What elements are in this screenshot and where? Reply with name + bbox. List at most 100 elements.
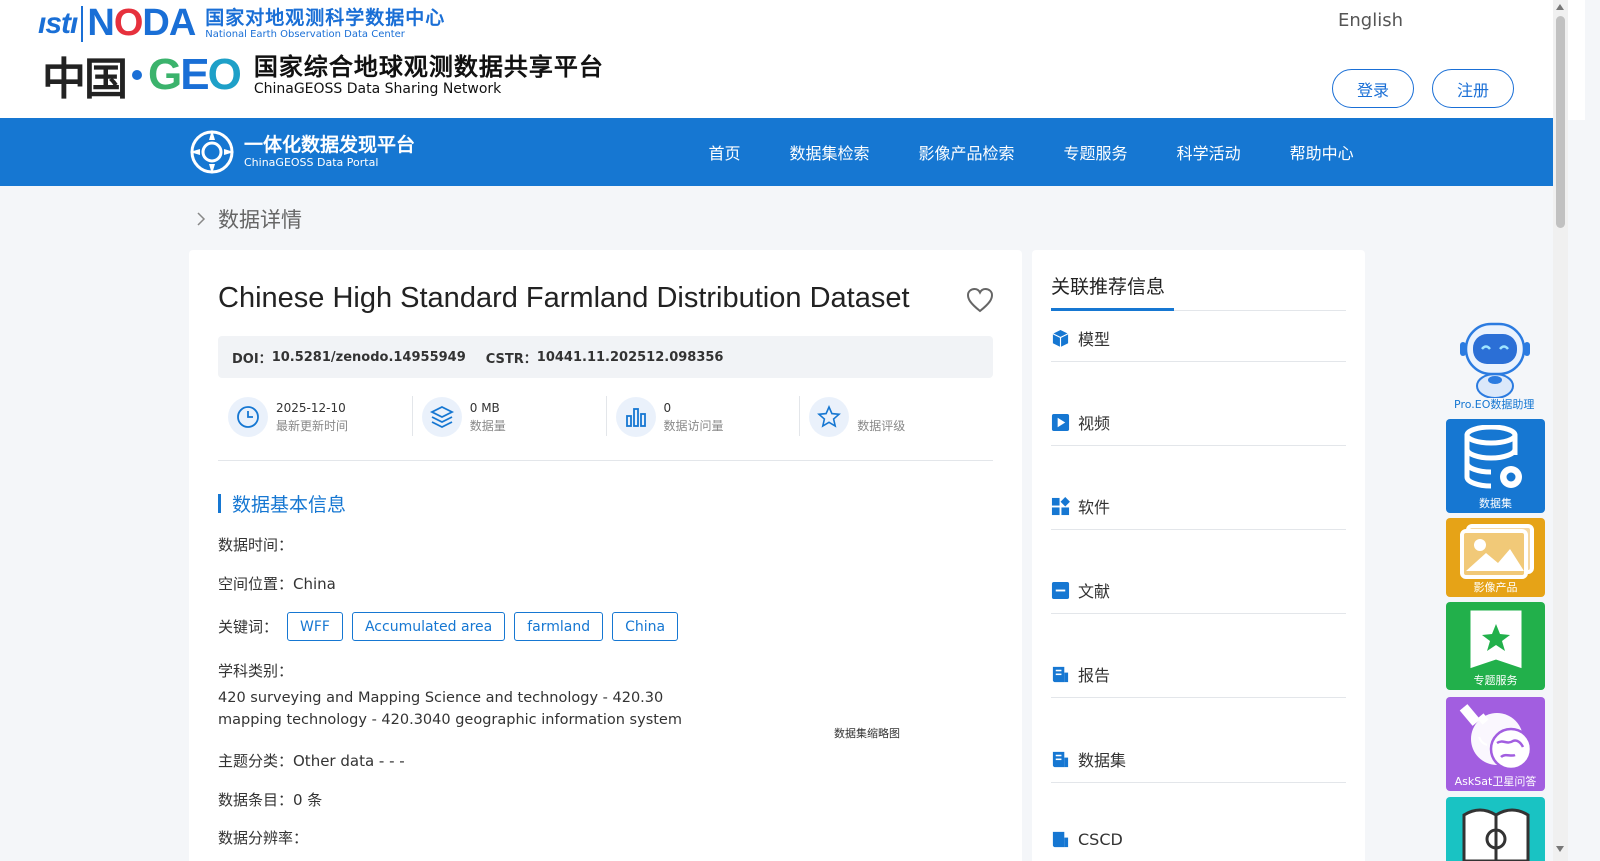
float-tool-label: AskSat卫星问答 — [1454, 775, 1537, 788]
divider — [218, 460, 993, 461]
scroll-thumb[interactable] — [1556, 16, 1565, 228]
report-icon — [1052, 666, 1069, 682]
image-gallery-icon — [1459, 524, 1534, 579]
portal-logo[interactable]: 一体化数据发现平台 ChinaGEOSS Data Portal — [188, 128, 415, 176]
robot-assistant-label[interactable]: Pro.EO数据助理 — [1454, 396, 1534, 412]
portal-globe-icon — [190, 130, 234, 174]
stat-value: 2025-12-10 — [276, 401, 346, 415]
register-button[interactable]: 注册 — [1432, 69, 1514, 108]
report-icon — [1052, 831, 1069, 848]
related-item-label: 模型 — [1078, 330, 1111, 349]
keyword-tag[interactable]: Accumulated area — [351, 612, 506, 641]
doi-cstr-box: DOI： 10.5281/zenodo.14955949 CSTR： 10441… — [218, 336, 993, 378]
related-item-software[interactable]: 软件 — [1051, 494, 1346, 518]
stat-rating: 数据评级 — [799, 396, 993, 438]
dataset-detail-card: Chinese High Standard Farmland Distribut… — [189, 250, 1022, 861]
star-badge-icon — [1470, 610, 1521, 669]
stat-label: 数据评级 — [857, 419, 906, 433]
related-item-label: 数据集 — [1078, 751, 1127, 770]
language-switch[interactable]: English — [1338, 10, 1403, 31]
bar-chart-icon — [615, 397, 656, 437]
nav-science-activities[interactable]: 科学活动 — [1152, 140, 1265, 164]
related-item-models[interactable]: 模型 — [1051, 326, 1346, 350]
database-gear-icon — [1464, 425, 1522, 489]
stat-data-volume: 0 MB 数据量 — [411, 396, 606, 438]
geo-wordmark: GEO — [148, 50, 242, 99]
doi-value[interactable]: 10.5281/zenodo.14955949 — [272, 350, 466, 365]
nav-image-search[interactable]: 影像产品检索 — [894, 140, 1039, 164]
active-tab-indicator — [1051, 308, 1174, 311]
keywords-row: 关键词： WFF Accumulated area farmland China — [218, 612, 679, 641]
related-item-label: 视频 — [1078, 414, 1111, 433]
float-tool-datasets[interactable]: 数据集 — [1446, 419, 1545, 513]
portal-en-name: ChinaGEOSS Data Portal — [244, 156, 379, 169]
noda-logo[interactable]: ıstı NODA 国家对地观测科学数据中心 National Earth Ob… — [38, 2, 445, 45]
separator — [1051, 613, 1346, 614]
star-icon — [809, 397, 850, 437]
login-button[interactable]: 登录 — [1332, 69, 1414, 108]
stat-label: 最新更新时间 — [276, 419, 349, 433]
related-item-videos[interactable]: 视频 — [1051, 410, 1346, 434]
favorite-heart-icon[interactable] — [966, 287, 994, 313]
field-theme: 主题分类：Other data - - - — [218, 752, 405, 770]
related-item-label: 报告 — [1078, 666, 1111, 685]
nav-dataset-search[interactable]: 数据集检索 — [765, 140, 894, 164]
thumbnail-caption: 数据集缩略图 — [834, 727, 900, 740]
related-item-cscd[interactable]: CSCD — [1051, 830, 1346, 849]
related-item-literature[interactable]: 文献 — [1051, 578, 1346, 602]
noda-cn-name: 国家对地观测科学数据中心 — [205, 6, 446, 29]
dataset-title: Chinese High Standard Farmland Distribut… — [218, 282, 910, 314]
scroll-up-arrow-icon[interactable] — [1556, 4, 1564, 10]
float-tool-topics[interactable]: 专题服务 — [1446, 602, 1545, 690]
noda-en-name: National Earth Observation Data Center — [205, 28, 405, 40]
keyword-tag[interactable]: WFF — [287, 612, 343, 641]
istic-logo: ıstı — [38, 6, 78, 40]
document-icon — [1051, 581, 1070, 599]
stat-visits: 0 数据访问量 — [605, 396, 800, 438]
breadcrumb: 数据详情 — [196, 204, 302, 234]
field-data-time: 数据时间： — [218, 536, 294, 554]
main-navbar: 一体化数据发现平台 ChinaGEOSS Data Portal 首页 数据集检… — [0, 118, 1553, 186]
separator — [1051, 361, 1346, 362]
float-tool-book[interactable] — [1446, 797, 1545, 861]
noda-wordmark: NODA — [87, 2, 196, 44]
cube-icon — [1052, 329, 1069, 347]
nav-help-center[interactable]: 帮助中心 — [1265, 140, 1378, 164]
related-item-datasets[interactable]: 数据集 — [1051, 747, 1346, 771]
dataset-stats: 2025-12-10 最新更新时间 0 MB 数据量 0 数据访问量 数据评级 — [218, 396, 993, 438]
stat-value — [857, 399, 905, 417]
portal-cn-name: 一体化数据发现平台 — [244, 134, 416, 156]
chevron-right-icon — [197, 212, 206, 226]
keyword-tag[interactable]: farmland — [514, 612, 604, 641]
geo-cn-name: 国家综合地球观测数据共享平台 — [253, 53, 604, 81]
float-tool-label: 数据集 — [1479, 497, 1512, 510]
float-tool-images[interactable]: 影像产品 — [1446, 518, 1545, 597]
related-item-label: CSCD — [1078, 830, 1123, 849]
separator — [1051, 529, 1346, 530]
field-subject-label: 学科类别： — [218, 662, 294, 680]
cstr-label: CSTR： — [485, 351, 537, 367]
scroll-down-arrow-icon[interactable] — [1556, 846, 1564, 852]
cstr-value[interactable]: 10441.11.202512.098356 — [537, 350, 724, 365]
stat-label: 数据量 — [469, 419, 506, 433]
robot-assistant-icon[interactable] — [1456, 318, 1534, 398]
chinageo-logo[interactable]: 中国 GEO 国家综合地球观测数据共享平台 ChinaGEOSS Data Sh… — [42, 44, 662, 106]
breadcrumb-current: 数据详情 — [218, 208, 302, 232]
related-title[interactable]: 关联推荐信息 — [1051, 272, 1165, 299]
related-item-reports[interactable]: 报告 — [1051, 662, 1346, 686]
logo-dot — [132, 70, 142, 80]
page-scrollbar[interactable] — [1553, 0, 1568, 861]
float-tool-asksat[interactable]: AskSat卫星问答 — [1446, 697, 1545, 791]
zhongguo-logo-glyphs: 中国 — [42, 54, 128, 105]
keyword-tag[interactable]: China — [612, 612, 679, 641]
field-subject-value: 420 surveying and Mapping Science and te… — [218, 690, 682, 728]
related-recommendations: 关联推荐信息 模型 视频 软件 文献 报告 数据集 CSCD — [1032, 250, 1365, 861]
section-bar — [218, 494, 221, 513]
nav-home[interactable]: 首页 — [684, 140, 765, 164]
section-title-text: 数据基本信息 — [232, 494, 347, 516]
nav-topic-services[interactable]: 专题服务 — [1039, 140, 1152, 164]
satellite-globe-icon — [1459, 704, 1532, 771]
float-tool-label: 影像产品 — [1473, 581, 1518, 594]
separator — [1051, 697, 1346, 698]
keywords-label: 关键词： — [218, 618, 279, 636]
